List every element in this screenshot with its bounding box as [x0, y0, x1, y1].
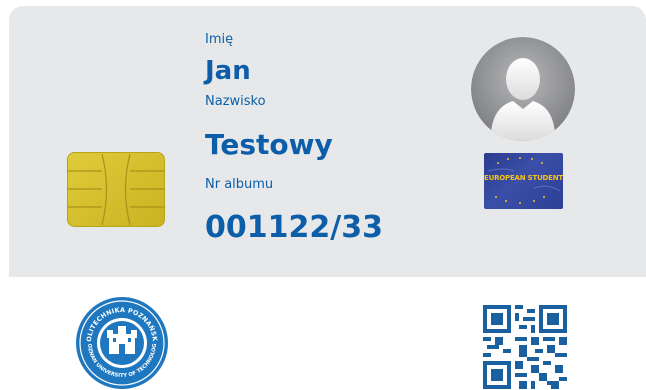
european-student-label: EUROPEAN STUDENT [484, 174, 563, 182]
album-number-label: Nr albumu [205, 177, 274, 192]
user-avatar-icon [471, 37, 575, 141]
first-name-value: Jan [205, 56, 251, 86]
student-card: Imię Jan Nazwisko Testowy Nr albumu 0011… [0, 0, 646, 390]
european-student-card-logo: EUROPEAN STUDENT [484, 153, 563, 209]
last-name-label: Nazwisko [205, 94, 266, 109]
first-name-label: Imię [205, 32, 234, 47]
qr-code-icon [483, 305, 567, 389]
university-seal-logo: POLITECHNIKA POZNAŃSKA POZNAN UNIVERSITY… [75, 296, 168, 389]
smart-card-chip-icon [67, 152, 165, 227]
last-name-value: Testowy [205, 128, 333, 161]
album-number-value: 001122/33 [205, 210, 383, 245]
